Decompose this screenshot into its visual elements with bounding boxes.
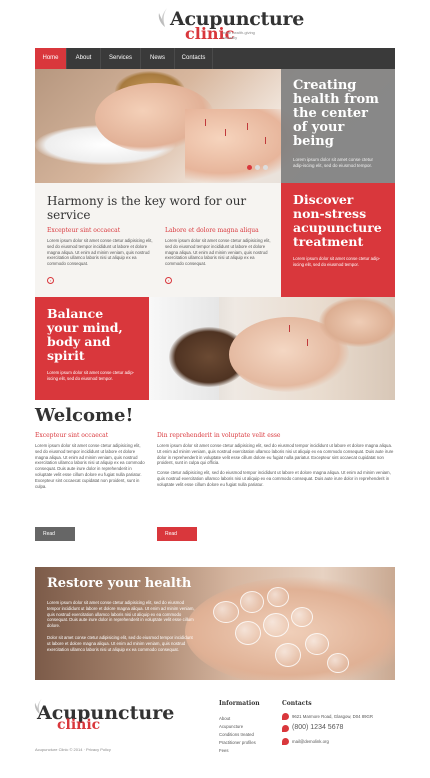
more-arrow-icon[interactable]: ›	[47, 277, 54, 284]
welcome-col1-text: Lorem ipsum dolor sit amet conse ctetur …	[35, 443, 145, 489]
discover-title: Discover non-stress acupuncture treatmen…	[293, 192, 382, 249]
cupping-glass-icon	[275, 643, 301, 667]
cupping-glass-icon	[267, 587, 289, 607]
slider-dot-3[interactable]	[263, 165, 268, 170]
nav-item-home[interactable]: Home	[35, 48, 67, 69]
phone-icon	[282, 725, 289, 732]
restore-title: Restore your health	[47, 576, 192, 591]
welcome-column-1: Excepteur sint occaecat Lorem ipsum dolo…	[35, 432, 147, 489]
logo-tagline: more health-giving naturally	[222, 30, 255, 40]
restore-text-1: Lorem ipsum dolor sit amet conse ctetur …	[47, 600, 195, 629]
nav-item-about[interactable]: About	[67, 48, 101, 69]
mail-icon	[282, 738, 289, 745]
needle-icon	[307, 339, 308, 346]
acupuncture-face-photo	[149, 297, 395, 400]
balance-title: Balance your mind, body and spirit	[47, 306, 123, 363]
footer-link-acupuncture[interactable]: Acupuncture	[219, 724, 243, 729]
hero-title: Creating health from the center of your …	[293, 78, 379, 149]
discover-text: Lorem ipsum dolor sit amet conse ctetur …	[293, 256, 381, 267]
cupping-glass-icon	[305, 633, 329, 655]
welcome-title: Welcome!	[35, 405, 134, 426]
footer-address: 9621 Marmore Road, Glasgow, D04 89GR	[292, 714, 373, 719]
welcome-column-2: Din reprehenderit in voluptate velit ess…	[157, 432, 395, 488]
hero-slider: Creating health from the center of your …	[35, 69, 395, 183]
needle-icon	[247, 123, 248, 130]
cupping-glass-icon	[213, 601, 239, 623]
footer-phone: (800) 1234 5678	[292, 724, 344, 731]
harmony-col2-text: Lorem ipsum dolor sit amet conse ctetur …	[165, 238, 271, 267]
nav-item-news[interactable]: News	[141, 48, 175, 69]
footer-link-fees[interactable]: Fees	[219, 748, 229, 753]
footer-info-title: Information	[219, 700, 260, 707]
footer-link-practitioners[interactable]: Practitioner profiles	[219, 740, 256, 745]
location-pin-icon	[282, 713, 289, 720]
cupping-glass-icon	[240, 591, 264, 613]
harmony-col2-title: Labore et dolore magna aliqua	[165, 227, 259, 234]
footer-copyright: Acupuncture Clinic © 2014 · Privacy Poli…	[35, 747, 111, 752]
restore-text: Lorem ipsum dolor sit amet conse ctetur …	[47, 600, 197, 652]
nav-item-contacts[interactable]: Contacts	[175, 48, 213, 69]
footer-logo-clinic[interactable]: clinic	[57, 717, 100, 733]
balance-panel: Balance your mind, body and spirit Lorem…	[35, 297, 149, 400]
cupping-glass-icon	[291, 607, 313, 627]
balance-text: Lorem ipsum dolor sit amet conse ctetur …	[47, 370, 135, 381]
footer-email[interactable]: mail@demolink.org	[292, 739, 329, 744]
welcome-col2-title: Din reprehenderit in voluptate velit ess…	[157, 432, 281, 439]
slider-dot-1[interactable]	[247, 165, 252, 170]
harmony-col1-text: Lorem ipsum dolor sit amet conse ctetur …	[47, 238, 153, 267]
cupping-glass-icon	[235, 621, 261, 645]
welcome-col1-title: Excepteur sint occaecat	[35, 432, 109, 439]
footer-link-about[interactable]: About	[219, 716, 230, 721]
harmony-title: Harmony is the key word for our service	[47, 194, 247, 222]
main-nav: Home About Services News Contacts	[35, 48, 395, 69]
harmony-col1-title: Excepteur sint occaecat	[47, 227, 121, 234]
hero-caption-panel: Creating health from the center of your …	[281, 69, 395, 183]
footer-link-conditions[interactable]: Conditions treated	[219, 732, 254, 737]
welcome-col2-text2: Conse ctetur adipisicing elit, sed do ei…	[157, 470, 391, 487]
hero-text: Lorem ipsum dolor sit amet conse ctetur …	[293, 157, 374, 168]
needle-icon	[289, 325, 290, 332]
nav-item-services[interactable]: Services	[101, 48, 141, 69]
restore-text-2: Dolor sit amet conse ctetur adipisicing …	[47, 634, 193, 652]
slider-dot-2[interactable]	[255, 165, 260, 170]
harmony-column-2: Labore et dolore magna aliqua Lorem ipsu…	[165, 227, 273, 267]
restore-banner: Restore your health Lorem ipsum dolor si…	[35, 567, 395, 680]
needle-icon	[225, 129, 226, 136]
welcome-col2-text1: Lorem ipsum dolor sit amet conse ctetur …	[157, 443, 394, 466]
needle-icon	[265, 137, 266, 144]
footer-contacts-title: Contacts	[282, 700, 312, 707]
cupping-glass-icon	[263, 613, 289, 637]
discover-panel: Discover non-stress acupuncture treatmen…	[281, 183, 395, 297]
harmony-section: Harmony is the key word for our service …	[35, 183, 281, 297]
cupping-glass-icon	[327, 653, 349, 673]
read-more-button[interactable]: Read more	[157, 527, 197, 551]
read-more-button[interactable]: Read more	[35, 527, 75, 551]
needle-icon	[205, 119, 206, 126]
harmony-column-1: Excepteur sint occaecat Lorem ipsum dolo…	[47, 227, 155, 267]
hand-image	[319, 297, 395, 347]
more-arrow-icon[interactable]: ›	[165, 277, 172, 284]
